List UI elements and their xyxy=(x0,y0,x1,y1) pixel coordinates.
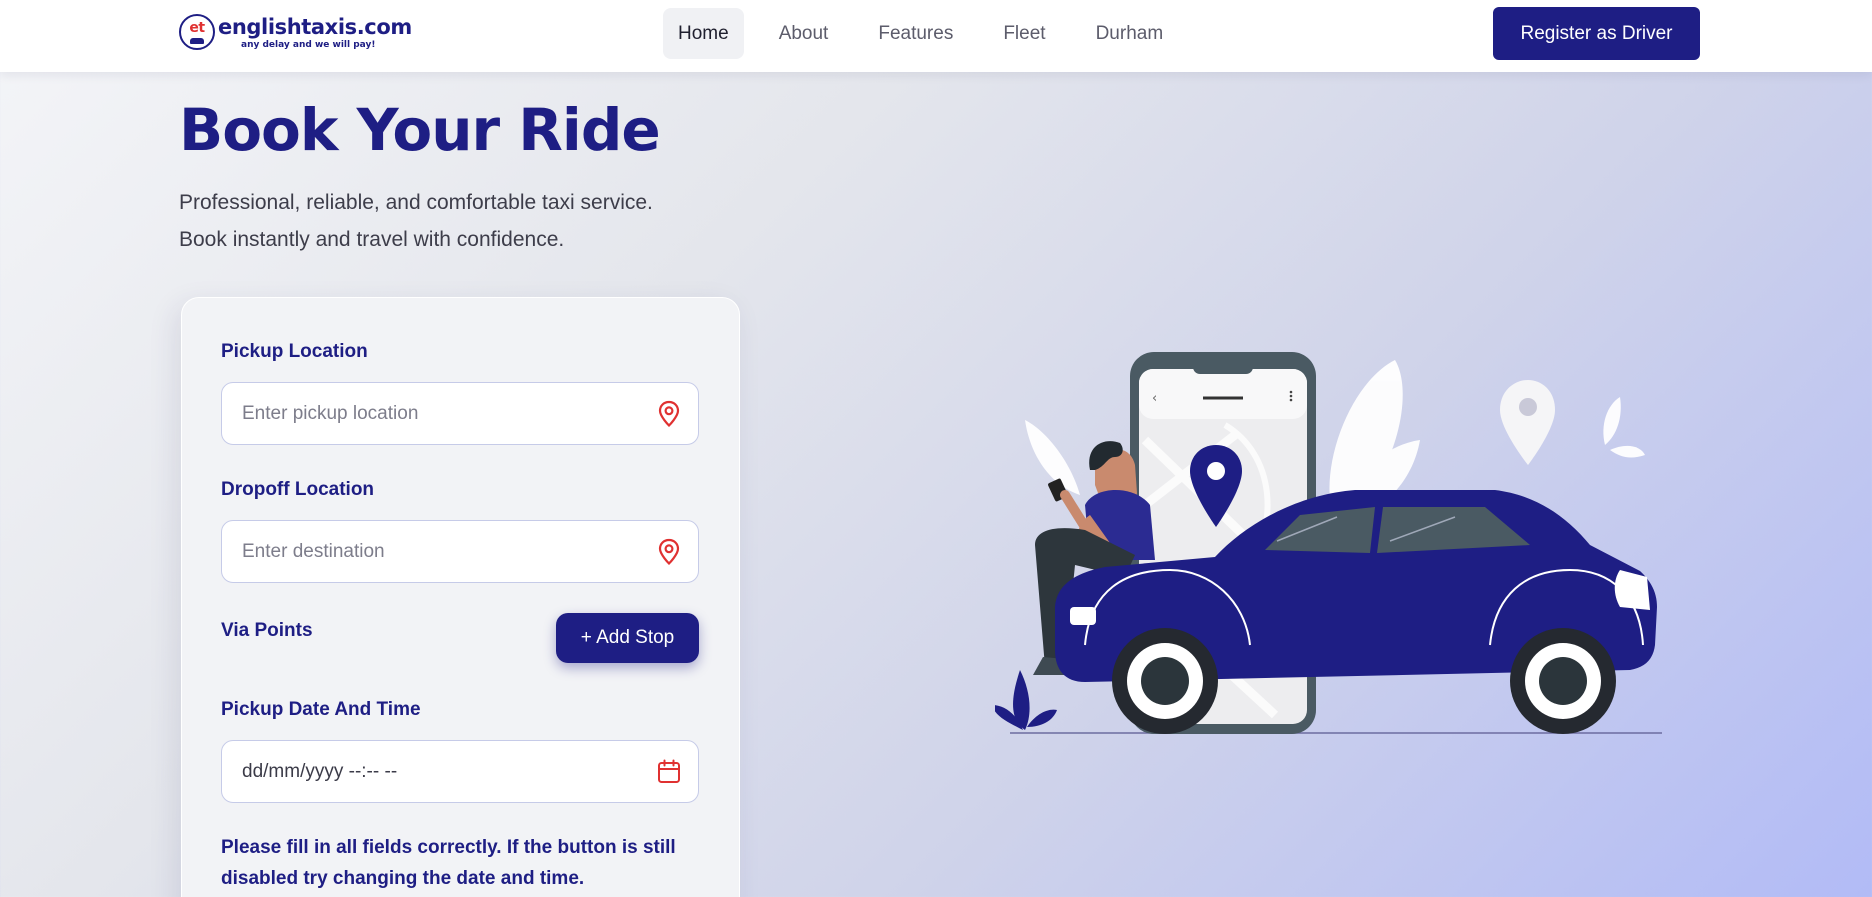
brand-logo[interactable]: et englishtaxis.com any delay and we wil… xyxy=(179,14,412,54)
dropoff-placeholder: Enter destination xyxy=(242,541,385,562)
logo-badge-icon: et xyxy=(179,14,215,50)
add-stop-button[interactable]: + Add Stop xyxy=(556,613,699,663)
calendar-icon[interactable] xyxy=(656,758,682,786)
location-pin-icon xyxy=(658,400,680,428)
nav-link-features[interactable]: Features xyxy=(863,8,968,59)
top-navbar: et englishtaxis.com any delay and we wil… xyxy=(0,0,1872,72)
register-driver-button[interactable]: Register as Driver xyxy=(1493,7,1700,60)
rear-wheel xyxy=(1510,628,1616,734)
dropoff-label: Dropoff Location xyxy=(221,479,375,500)
main-nav: Home About Features Fleet Durham xyxy=(663,8,1198,59)
pickup-datetime-input[interactable]: dd/mm/yyyy --:-- -- xyxy=(221,740,699,803)
pickup-label: Pickup Location xyxy=(221,341,368,362)
front-wheel xyxy=(1112,628,1218,734)
nav-link-home[interactable]: Home xyxy=(663,8,744,59)
via-points-label: Via Points xyxy=(221,620,313,641)
hero-subtitle-line-2: Book instantly and travel with confidenc… xyxy=(179,228,565,251)
pickup-placeholder: Enter pickup location xyxy=(242,403,419,424)
nav-link-fleet[interactable]: Fleet xyxy=(988,8,1060,59)
taxi-booking-illustration: ‹ xyxy=(995,352,1662,734)
datetime-value: dd/mm/yyyy --:-- -- xyxy=(242,761,398,782)
pickup-location-input[interactable]: Enter pickup location xyxy=(221,382,699,445)
plant-illustration xyxy=(995,670,1057,730)
dropoff-location-input[interactable]: Enter destination xyxy=(221,520,699,583)
hero-subtitle-line-1: Professional, reliable, and comfortable … xyxy=(179,191,653,214)
pickup-datetime-label: Pickup Date And Time xyxy=(221,699,421,720)
svg-text:‹: ‹ xyxy=(1152,391,1157,406)
nav-link-durham[interactable]: Durham xyxy=(1081,8,1179,59)
form-notice: Please fill in all fields correctly. If … xyxy=(221,837,676,889)
nav-link-about[interactable]: About xyxy=(764,8,844,59)
map-pin-icon xyxy=(1500,380,1555,465)
hero-subtitle: Professional, reliable, and comfortable … xyxy=(179,184,779,258)
booking-form-card: Pickup Location Enter pickup location Dr… xyxy=(181,297,740,897)
location-pin-icon xyxy=(658,538,680,566)
page-title: Book Your Ride xyxy=(179,96,661,164)
brand-tagline: any delay and we will pay! xyxy=(241,40,376,50)
brand-name: englishtaxis.com xyxy=(218,15,412,39)
